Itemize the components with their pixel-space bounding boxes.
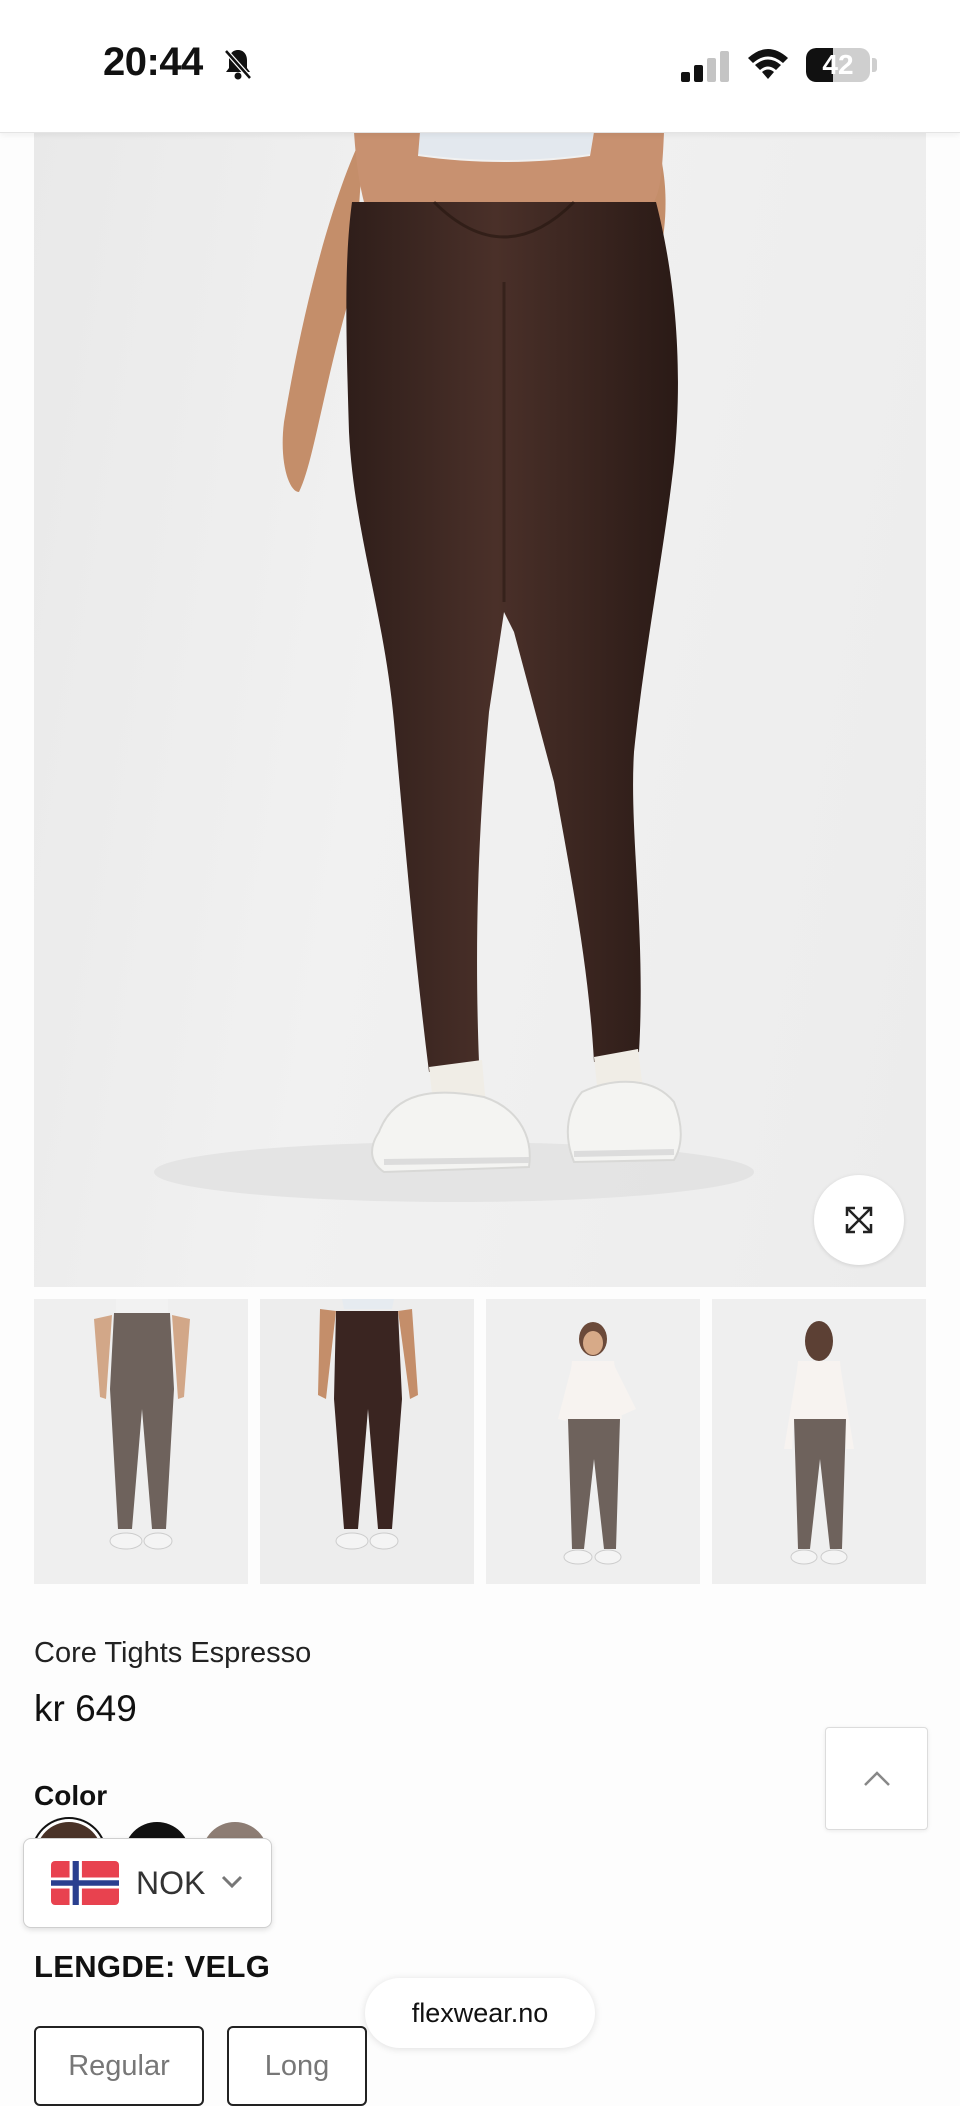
thumbnail-4[interactable] bbox=[712, 1299, 926, 1584]
battery-icon: 42 bbox=[806, 48, 870, 82]
status-time: 20:44 bbox=[103, 40, 203, 84]
thumbnail-2-image bbox=[318, 1299, 418, 1550]
length-option-long[interactable]: Long bbox=[227, 2026, 367, 2106]
back-to-top-button[interactable] bbox=[825, 1727, 928, 1830]
length-option-regular[interactable]: Regular bbox=[34, 2026, 204, 2106]
product-price: kr 649 bbox=[34, 1688, 137, 1729]
thumbnail-2[interactable] bbox=[260, 1299, 474, 1584]
product-title: Core Tights Espresso bbox=[34, 1637, 312, 1669]
browser-domain[interactable]: flexwear.no bbox=[365, 1978, 595, 2048]
norway-flag-icon bbox=[51, 1861, 119, 1905]
bell-slash-icon bbox=[224, 49, 252, 80]
currency-code: NOK bbox=[136, 1865, 206, 1901]
chevron-up-icon bbox=[863, 1770, 890, 1786]
thumbnail-3-image bbox=[558, 1322, 636, 1565]
wifi-icon bbox=[748, 49, 788, 79]
chevron-down-icon bbox=[221, 1875, 243, 1889]
thumbnail-4-image bbox=[784, 1321, 854, 1565]
main-product-image[interactable] bbox=[34, 132, 926, 1287]
model-illustration bbox=[154, 132, 754, 1202]
color-label: Color bbox=[34, 1780, 108, 1811]
cellular-signal-icon bbox=[681, 51, 729, 82]
thumbnail-strip bbox=[34, 1299, 926, 1584]
status-bar: 20:44 42 bbox=[0, 0, 960, 133]
expand-arrows-icon bbox=[845, 1206, 873, 1234]
currency-selector[interactable]: NOK bbox=[23, 1838, 272, 1928]
expand-image-button[interactable] bbox=[814, 1175, 904, 1265]
battery-level: 42 bbox=[822, 49, 854, 80]
thumbnail-3[interactable] bbox=[486, 1299, 700, 1584]
thumbnail-1[interactable] bbox=[34, 1299, 248, 1584]
thumbnail-1-image bbox=[94, 1299, 190, 1550]
battery-nub bbox=[872, 58, 877, 72]
length-label: LENGDE: VELG bbox=[34, 1949, 271, 1984]
